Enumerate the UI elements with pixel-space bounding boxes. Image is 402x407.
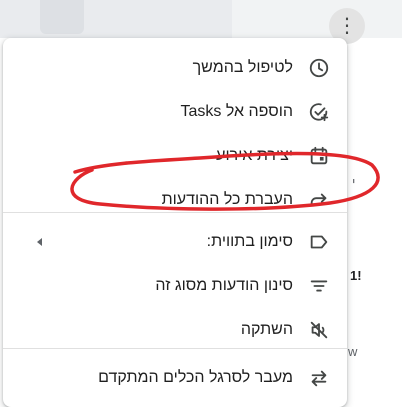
menu-item-mute[interactable]: השתקה: [3, 308, 347, 352]
calendar-icon: [307, 144, 331, 168]
background-header: [232, 0, 402, 38]
menu-item-add-to-tasks[interactable]: הוספה אל Tasks: [3, 90, 347, 134]
more-vert-icon: ⋮: [337, 15, 357, 37]
menu-item-forward-all[interactable]: העברת כל ההודעות: [3, 178, 347, 222]
menu-item-label: סימון בתווית:: [206, 233, 293, 250]
menu-item-label: מעבר לסרגל הכלים המתקדם: [98, 369, 293, 386]
swap-icon: [307, 366, 331, 390]
filter-icon: [307, 274, 331, 298]
mute-icon: [307, 318, 331, 342]
background-panel: [0, 0, 232, 38]
menu-item-label: העברת כל ההודעות: [161, 191, 293, 208]
forward-arrow-icon: [307, 188, 331, 212]
menu-divider: [3, 348, 347, 349]
menu-item-snooze[interactable]: לטיפול בהמשך: [3, 46, 347, 90]
background-text: י: [352, 175, 356, 190]
context-menu: לטיפול בהמשך הוספה אל Tasks יצירת אירוע …: [3, 38, 347, 407]
submenu-arrow-icon: [37, 238, 42, 246]
clock-icon: [307, 56, 331, 80]
add-task-icon: [307, 100, 331, 124]
background-text: w: [348, 344, 358, 359]
menu-item-label: הוספה אל Tasks: [180, 103, 293, 120]
menu-item-label: סינון הודעות מסוג זה: [155, 277, 293, 294]
menu-item-label: יצירת אירוע: [216, 147, 293, 164]
menu-item-filter[interactable]: סינון הודעות מסוג זה: [3, 264, 347, 308]
menu-divider: [3, 212, 347, 213]
menu-item-advanced-toolbar[interactable]: מעבר לסרגל הכלים המתקדם: [3, 356, 347, 400]
menu-item-label: השתקה: [240, 321, 293, 338]
menu-item-create-event[interactable]: יצירת אירוע: [3, 134, 347, 178]
background-thumbnail: [40, 0, 84, 34]
background-text: 1!: [350, 268, 362, 283]
label-icon: [307, 230, 331, 254]
menu-item-label-as[interactable]: סימון בתווית:: [3, 220, 347, 264]
menu-item-label: לטיפול בהמשך: [192, 59, 293, 76]
